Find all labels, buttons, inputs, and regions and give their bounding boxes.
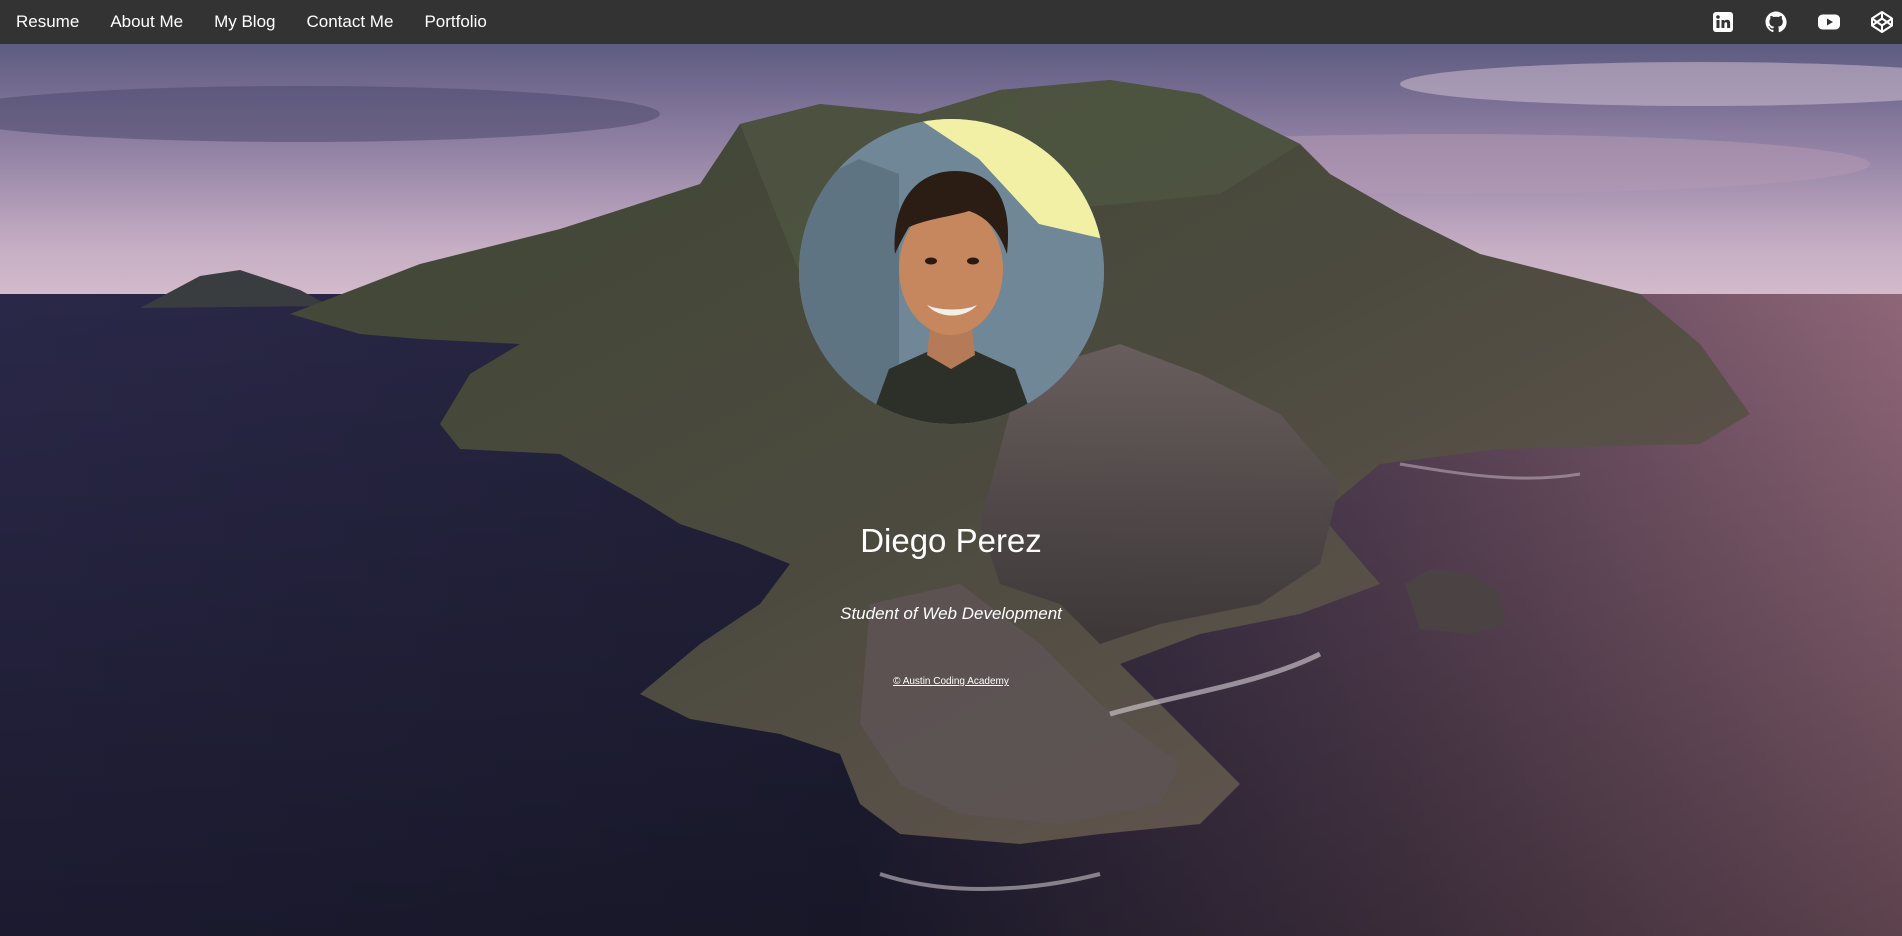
youtube-icon[interactable] — [1817, 10, 1841, 34]
nav-link-my-blog[interactable]: My Blog — [214, 12, 275, 32]
github-icon[interactable] — [1764, 10, 1788, 34]
profile-name: Diego Perez — [860, 522, 1042, 559]
nav-link-contact-me[interactable]: Contact Me — [307, 12, 394, 32]
profile-avatar — [799, 119, 1104, 424]
copyright: © Austin Coding Academy — [0, 671, 1902, 689]
nav-link-about-me[interactable]: About Me — [110, 12, 183, 32]
nav-link-portfolio[interactable]: Portfolio — [424, 12, 486, 32]
top-navbar: Resume About Me My Blog Contact Me Portf… — [0, 0, 1902, 44]
nav-links: Resume About Me My Blog Contact Me Portf… — [0, 12, 518, 32]
profile-tagline: Student of Web Development — [840, 604, 1062, 623]
copyright-link[interactable]: © Austin Coding Academy — [893, 676, 1009, 687]
linkedin-icon[interactable] — [1711, 10, 1735, 34]
social-icons — [1682, 10, 1902, 34]
profile-photo — [799, 119, 1104, 424]
nav-link-resume[interactable]: Resume — [16, 12, 79, 32]
codepen-icon[interactable] — [1870, 10, 1894, 34]
